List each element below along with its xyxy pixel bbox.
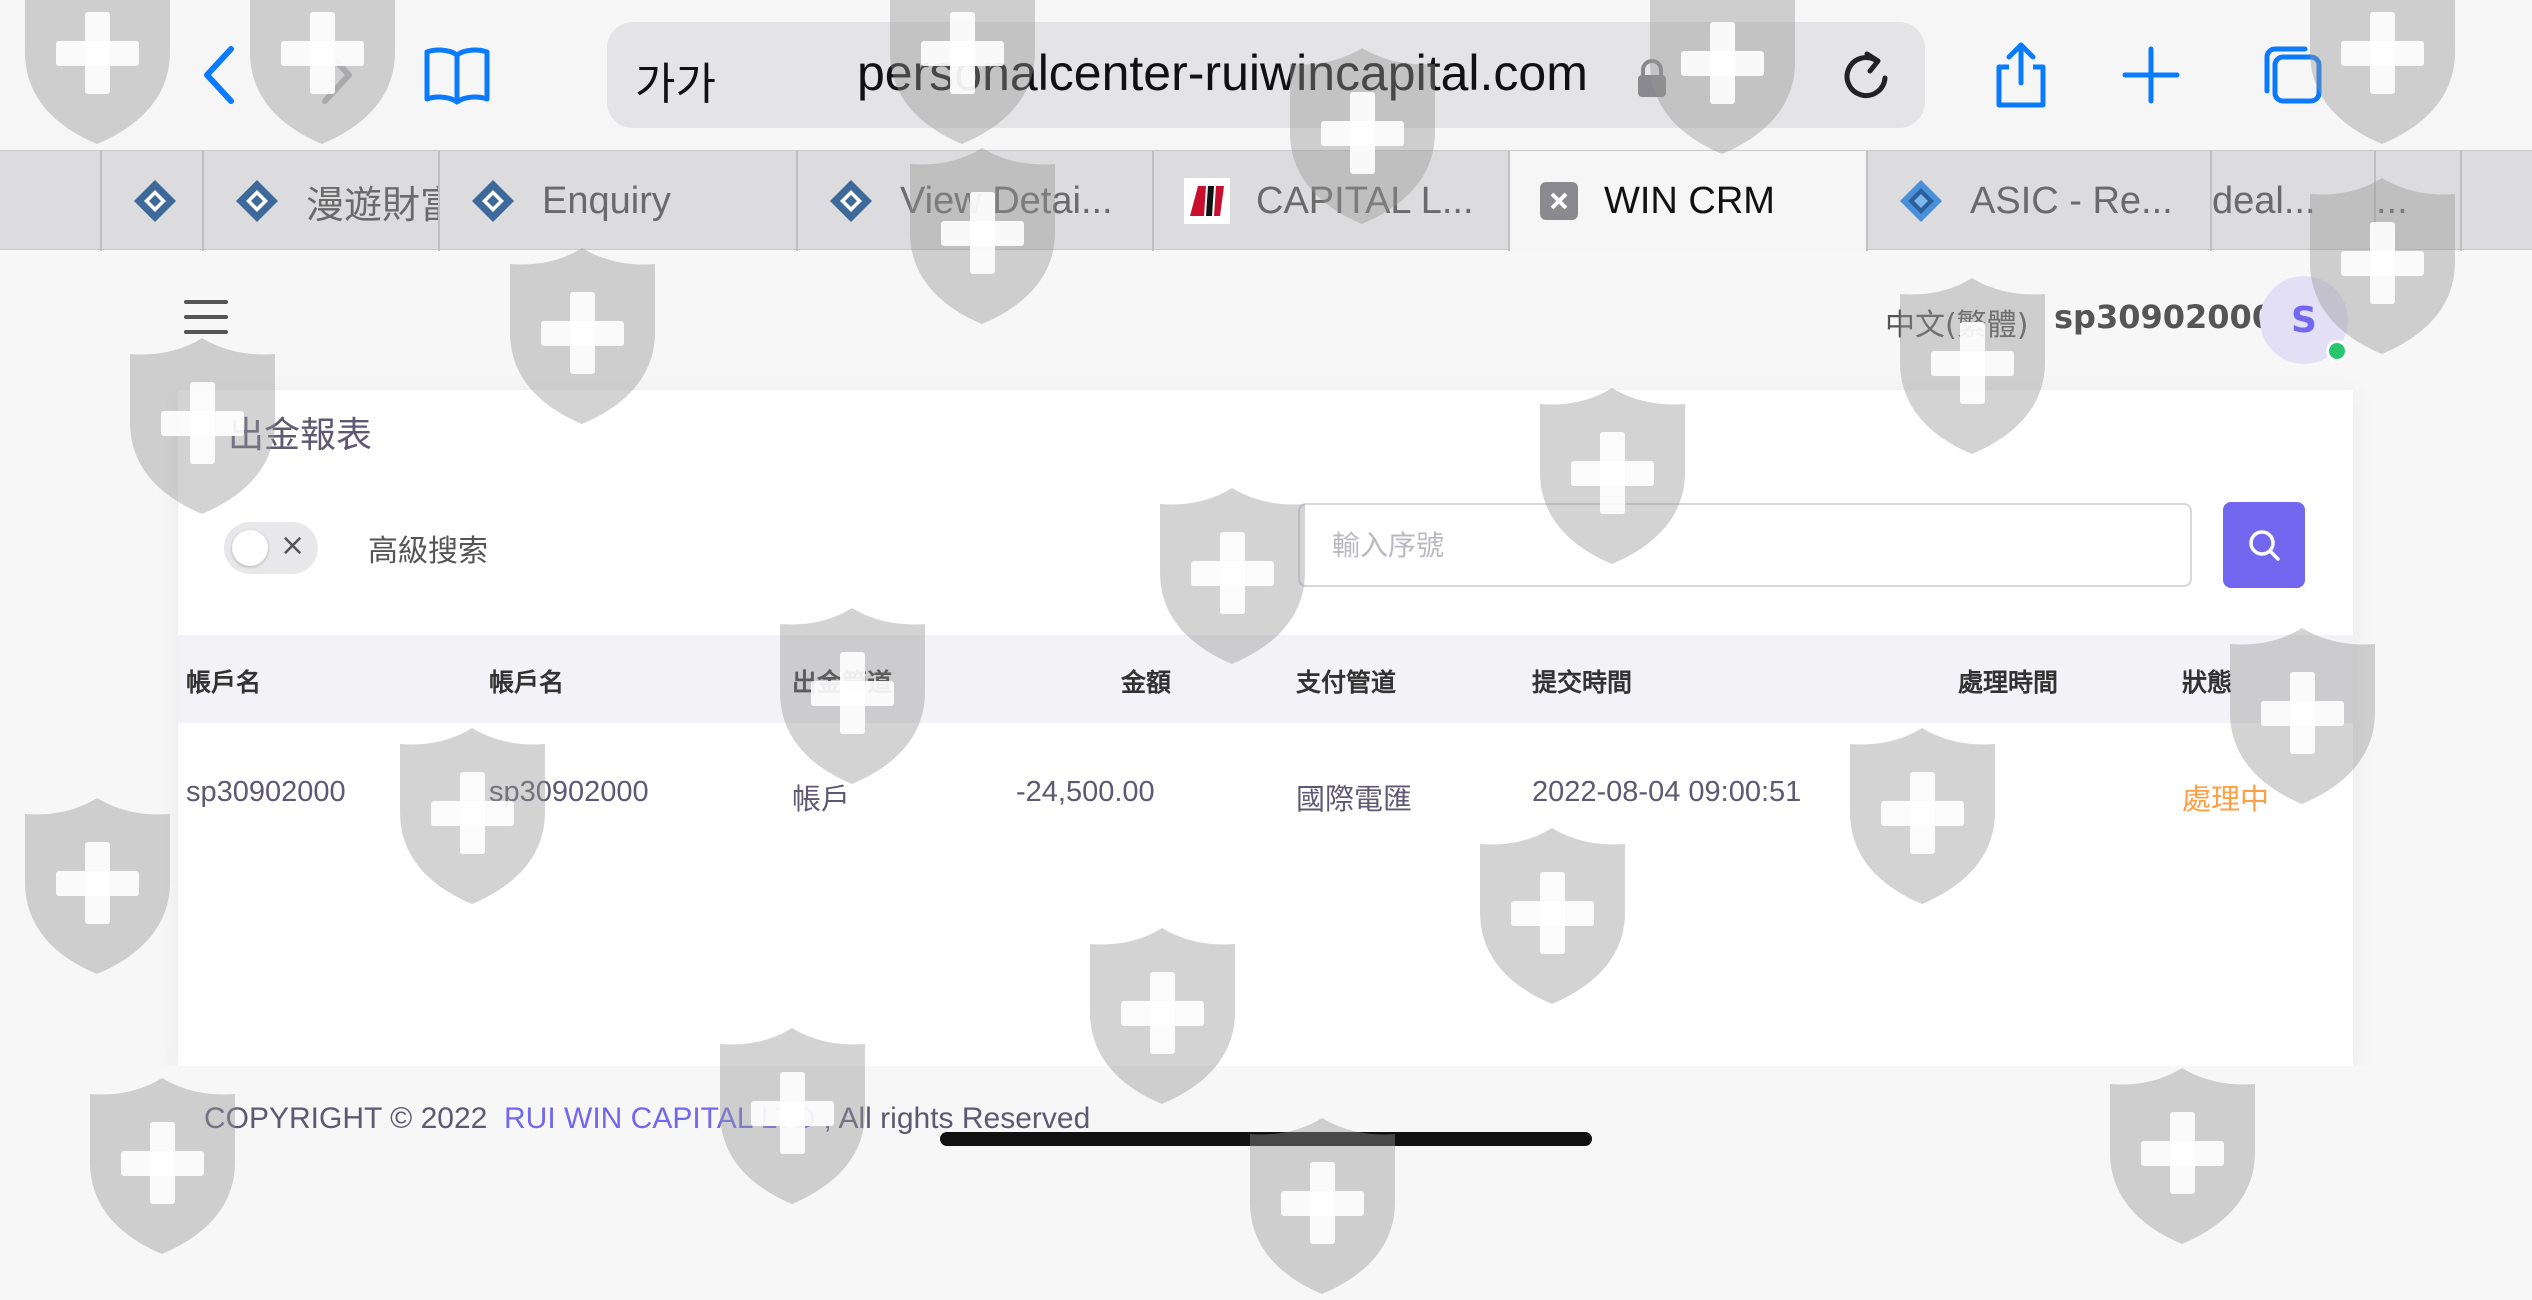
url-text[interactable]: personalcenter-ruiwincapital.com [857,44,1588,102]
forward-button[interactable] [290,30,380,120]
username[interactable]: sp30902000 [2054,298,2274,336]
withdrawal-report-card: 出金報表 × 高級搜索 帳戶名 帳戶名 出金管道 金額 支付管道 提交時間 處理… [178,390,2353,1070]
asic-logo-icon [1900,180,1942,222]
tab-8[interactable]: ... [2374,151,2460,251]
reload-icon[interactable] [1837,46,1897,106]
menu-icon[interactable] [184,300,228,334]
toggle-off-icon: × [280,528,306,563]
diamond-logo-icon [134,180,176,222]
column-header-submit-time[interactable]: 提交時間 [1532,663,1632,699]
column-header-account-name[interactable]: 帳戶名 [186,663,261,699]
tabs-overview-icon [2264,46,2322,104]
tab-3[interactable]: View Detai... [796,151,1152,251]
tab-6[interactable]: ASIC - Re... [1866,151,2210,251]
browser-toolbar: 가가 personalcenter-ruiwincapital.com [0,0,2532,150]
status-badge: 處理中 [2182,784,2270,816]
close-tab-icon[interactable] [1540,182,1578,220]
tab-0[interactable] [100,151,202,251]
cell-account-name-2: sp30902000 [489,776,649,808]
serial-search-input[interactable] [1298,503,2192,587]
table-header: 帳戶名 帳戶名 出金管道 金額 支付管道 提交時間 處理時間 狀態 [178,635,2353,723]
share-icon [1996,42,2046,108]
address-bar[interactable]: 가가 personalcenter-ruiwincapital.com [607,22,1925,128]
back-button[interactable] [176,30,266,120]
copyright-prefix: COPYRIGHT © 2022 [204,1102,488,1135]
footer: COPYRIGHT © 2022 RUI WIN CAPITAL LTD , A… [140,1066,2390,1170]
column-header-withdrawal-channel[interactable]: 出金管道 [792,663,892,699]
diamond-logo-icon [236,180,278,222]
cell-submit-time: 2022-08-04 09:00:51 [1532,776,1802,808]
tab-overflow[interactable] [2460,151,2532,251]
shield-watermark-icon [25,798,170,974]
tab-2[interactable]: Enquiry [438,151,796,251]
diamond-logo-icon [472,180,514,222]
diamond-logo-icon [830,180,872,222]
capital-logo-icon [1184,178,1230,224]
toggle-knob [232,530,268,566]
table-row[interactable]: sp30902000 sp30902000 帳戶 -24,500.00 國際電匯… [178,723,2353,863]
cell-amount: -24,500.00 [1016,776,1155,808]
cell-payment-channel: 國際電匯 [1296,784,1413,816]
column-header-account-name-2[interactable]: 帳戶名 [489,663,564,699]
language-selector[interactable]: 中文(繁體) [1885,300,2028,344]
tab-4[interactable]: CAPITAL L... [1152,151,1508,251]
copyright-text: COPYRIGHT © 2022 RUI WIN CAPITAL LTD , A… [204,1102,1090,1136]
bookmarks-button[interactable] [412,30,502,120]
column-header-amount[interactable]: 金額 [1121,663,1171,699]
company-link[interactable]: RUI WIN CAPITAL LTD [504,1102,815,1135]
advanced-search-label: 高級搜索 [368,534,488,569]
tab-bar: 漫遊財富 Enquiry View Detai... CAPITAL L... … [0,150,2532,251]
text-size-button[interactable]: 가가 [635,48,716,112]
advanced-search-toggle[interactable]: × [224,522,318,574]
cell-withdrawal-channel: 帳戶 [792,784,851,816]
online-status-dot [2326,340,2348,362]
tabs-overview-button[interactable] [2244,30,2334,120]
new-tab-icon [2122,46,2180,104]
search-icon [2249,530,2280,561]
copyright-suffix: , All rights Reserved [823,1102,1091,1135]
avatar-initial: S [2291,299,2317,341]
search-button[interactable] [2223,502,2305,588]
tab-7[interactable]: deal... [2210,151,2374,251]
tab-5-active[interactable]: WIN CRM [1508,151,1866,251]
page-title: 出金報表 [228,415,373,456]
column-header-status[interactable]: 狀態 [2182,663,2232,699]
column-header-payment-channel[interactable]: 支付管道 [1296,663,1396,699]
tab-1[interactable]: 漫遊財富 [202,151,438,251]
forward-icon [322,46,352,104]
cell-account-name: sp30902000 [186,776,346,808]
column-header-process-time[interactable]: 處理時間 [1958,663,2058,699]
back-icon [204,46,234,104]
share-button[interactable] [1976,30,2066,120]
bookmarks-icon [424,47,490,105]
new-tab-button[interactable] [2106,30,2196,120]
lock-icon [1638,59,1666,97]
home-indicator[interactable] [940,1132,1592,1146]
